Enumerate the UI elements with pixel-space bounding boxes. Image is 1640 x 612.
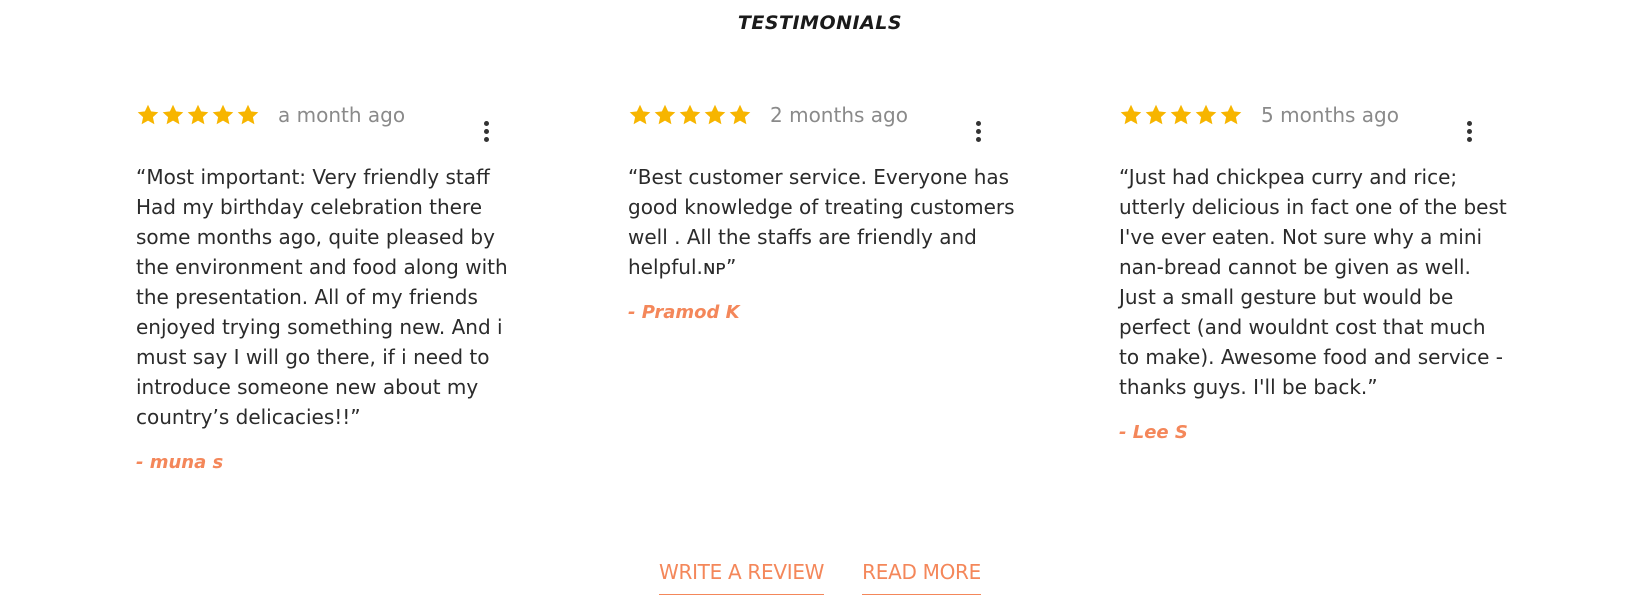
star-icon	[1119, 103, 1143, 127]
review-text: “Best customer service. Everyone has goo…	[628, 165, 1015, 279]
review-card: 2 months ago “Best customer service. Eve…	[628, 100, 1018, 323]
review-header: 5 months ago	[1119, 100, 1509, 142]
star-icon	[161, 103, 185, 127]
star-icon	[236, 103, 260, 127]
star-icon	[728, 103, 752, 127]
star-icon	[678, 103, 702, 127]
review-author: - Lee S	[1119, 422, 1188, 443]
more-options-icon[interactable]	[476, 118, 496, 144]
review-actions: WRITE A REVIEW READ MORE	[0, 560, 1640, 595]
review-card: 5 months ago “Just had chickpea curry an…	[1119, 100, 1509, 443]
star-icon	[1144, 103, 1168, 127]
more-options-icon[interactable]	[968, 118, 988, 144]
review-header: 2 months ago	[628, 100, 1018, 142]
review-time: a month ago	[278, 103, 406, 127]
star-rating	[1119, 103, 1243, 127]
review-card: a month ago “Most important: Very friend…	[136, 100, 526, 473]
review-text: “Just had chickpea curry and rice; utter…	[1119, 165, 1507, 399]
write-review-link[interactable]: WRITE A REVIEW	[659, 560, 824, 595]
section-title: TESTIMONIALS	[737, 12, 903, 34]
star-icon	[703, 103, 727, 127]
star-icon	[653, 103, 677, 127]
review-header: a month ago	[136, 100, 526, 142]
star-icon	[136, 103, 160, 127]
read-more-link[interactable]: READ MORE	[862, 560, 981, 595]
star-rating	[628, 103, 752, 127]
star-icon	[1194, 103, 1218, 127]
review-text: “Most important: Very friendly staff Had…	[136, 165, 508, 429]
star-rating	[136, 103, 260, 127]
review-time: 5 months ago	[1261, 103, 1399, 127]
star-icon	[186, 103, 210, 127]
review-time: 2 months ago	[770, 103, 908, 127]
star-icon	[1219, 103, 1243, 127]
star-icon	[628, 103, 652, 127]
star-icon	[211, 103, 235, 127]
star-icon	[1169, 103, 1193, 127]
review-author: - muna s	[136, 452, 224, 473]
more-options-icon[interactable]	[1459, 118, 1479, 144]
review-author: - Pramod K	[628, 302, 740, 323]
